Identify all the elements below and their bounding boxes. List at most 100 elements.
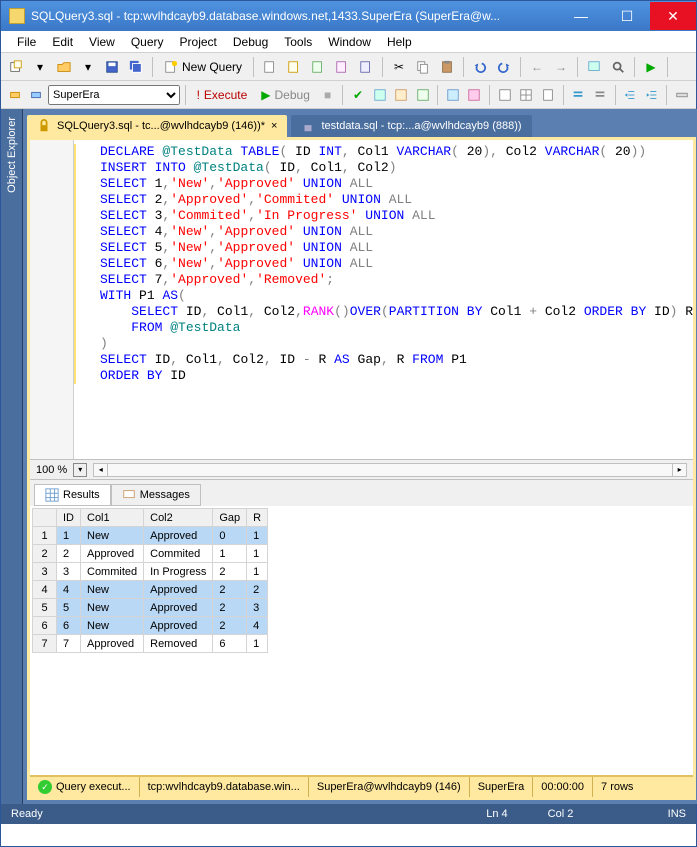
table-cell[interactable]: 1	[33, 527, 57, 545]
table-cell[interactable]: Approved	[144, 599, 213, 617]
table-cell[interactable]: 0	[213, 527, 247, 545]
zoom-dropdown-icon[interactable]: ▾	[73, 463, 87, 477]
doc-tab-active[interactable]: SQLQuery3.sql - tc...@wvlhdcayb9 (146))*…	[27, 115, 287, 137]
table-cell[interactable]: 6	[33, 617, 57, 635]
paste-icon[interactable]	[436, 56, 458, 78]
table-cell[interactable]: 2	[213, 563, 247, 581]
table-cell[interactable]: 7	[33, 635, 57, 653]
start-debug-icon[interactable]: ▶	[640, 56, 662, 78]
code-line[interactable]: )	[72, 336, 693, 352]
code-line[interactable]: SELECT 2,'Approved','Commited' UNION ALL	[72, 192, 693, 208]
table-cell[interactable]: 1	[247, 545, 268, 563]
results-tab[interactable]: Results	[34, 484, 111, 506]
table-cell[interactable]: In Progress	[144, 563, 213, 581]
scroll-right-icon[interactable]: ▸	[672, 464, 686, 476]
comment-icon[interactable]	[569, 84, 589, 106]
new-query-button[interactable]: New Query	[158, 56, 248, 78]
code-line[interactable]: SELECT ID, Col1, Col2, ID - R AS Gap, R …	[72, 352, 693, 368]
nav-back-icon[interactable]: ←	[526, 56, 548, 78]
code-line[interactable]: WITH P1 AS(	[72, 288, 693, 304]
column-header[interactable]: R	[247, 509, 268, 527]
table-cell[interactable]: 1	[247, 527, 268, 545]
table-cell[interactable]: 3	[247, 599, 268, 617]
cancel-query-icon[interactable]: ■	[318, 84, 338, 106]
intellisense-icon[interactable]	[413, 84, 433, 106]
table-row[interactable]: 33CommitedIn Progress21	[33, 563, 268, 581]
increase-indent-icon[interactable]	[642, 84, 662, 106]
debug-button[interactable]: ▶ Debug	[255, 84, 316, 106]
scroll-left-icon[interactable]: ◂	[94, 464, 108, 476]
dmx-query-icon[interactable]	[331, 56, 353, 78]
xmla-query-icon[interactable]	[355, 56, 377, 78]
table-cell[interactable]: New	[81, 581, 144, 599]
table-row[interactable]: 11NewApproved01	[33, 527, 268, 545]
redo-icon[interactable]	[493, 56, 515, 78]
table-cell[interactable]: 1	[247, 635, 268, 653]
table-cell[interactable]: New	[81, 527, 144, 545]
messages-tab[interactable]: Messages	[111, 484, 201, 506]
table-cell[interactable]: 4	[247, 617, 268, 635]
code-line[interactable]: SELECT 6,'New','Approved' UNION ALL	[72, 256, 693, 272]
table-cell[interactable]: 2	[57, 545, 81, 563]
new-project-icon[interactable]	[5, 56, 27, 78]
table-cell[interactable]: 2	[213, 617, 247, 635]
code-line[interactable]: SELECT ID, Col1, Col2,RANK()OVER(PARTITI…	[72, 304, 693, 320]
nav-fwd-icon[interactable]: →	[550, 56, 572, 78]
menu-file[interactable]: File	[9, 33, 44, 51]
column-header[interactable]: ID	[57, 509, 81, 527]
table-cell[interactable]: 6	[57, 617, 81, 635]
table-cell[interactable]: 6	[213, 635, 247, 653]
menu-help[interactable]: Help	[379, 33, 420, 51]
menu-view[interactable]: View	[81, 33, 123, 51]
maximize-button[interactable]: ☐	[604, 2, 650, 30]
code-line[interactable]: ORDER BY ID	[72, 368, 693, 384]
table-cell[interactable]: 3	[57, 563, 81, 581]
table-cell[interactable]: New	[81, 617, 144, 635]
menu-debug[interactable]: Debug	[225, 33, 276, 51]
estimated-plan-icon[interactable]	[370, 84, 390, 106]
menu-query[interactable]: Query	[123, 33, 172, 51]
actual-plan-icon[interactable]	[443, 84, 463, 106]
close-button[interactable]: ✕	[650, 2, 696, 30]
results-file-icon[interactable]	[538, 84, 558, 106]
code-line[interactable]: INSERT INTO @TestData( ID, Col1, Col2)	[72, 160, 693, 176]
table-cell[interactable]: 2	[213, 581, 247, 599]
doc-tab-inactive[interactable]: testdata.sql - tcp:...a@wvlhdcayb9 (888)…	[291, 115, 531, 137]
horizontal-scrollbar[interactable]: ◂▸	[93, 463, 687, 477]
column-header[interactable]: Col1	[81, 509, 144, 527]
table-cell[interactable]: Approved	[81, 635, 144, 653]
column-header[interactable]: Gap	[213, 509, 247, 527]
table-cell[interactable]: 3	[33, 563, 57, 581]
menu-tools[interactable]: Tools	[276, 33, 320, 51]
column-header[interactable]	[33, 509, 57, 527]
query-options-icon[interactable]	[391, 84, 411, 106]
table-cell[interactable]: 5	[33, 599, 57, 617]
connect-icon[interactable]	[5, 84, 25, 106]
table-cell[interactable]: 2	[247, 581, 268, 599]
table-row[interactable]: 66NewApproved24	[33, 617, 268, 635]
table-cell[interactable]: Approved	[144, 617, 213, 635]
table-cell[interactable]: 1	[213, 545, 247, 563]
code-line[interactable]: SELECT 3,'Commited','In Progress' UNION …	[72, 208, 693, 224]
code-line[interactable]: FROM @TestData	[72, 320, 693, 336]
code-line[interactable]: SELECT 4,'New','Approved' UNION ALL	[72, 224, 693, 240]
table-row[interactable]: 55NewApproved23	[33, 599, 268, 617]
new-project-dropdown-icon[interactable]: ▾	[29, 56, 51, 78]
table-cell[interactable]: Approved	[81, 545, 144, 563]
code-line[interactable]: SELECT 5,'New','Approved' UNION ALL	[72, 240, 693, 256]
table-cell[interactable]: 4	[33, 581, 57, 599]
table-cell[interactable]: 2	[33, 545, 57, 563]
table-cell[interactable]: 5	[57, 599, 81, 617]
save-all-icon[interactable]	[125, 56, 147, 78]
table-cell[interactable]: Commited	[81, 563, 144, 581]
results-text-icon[interactable]	[495, 84, 515, 106]
code-line[interactable]: DECLARE @TestData TABLE( ID INT, Col1 VA…	[72, 144, 693, 160]
table-cell[interactable]: 1	[57, 527, 81, 545]
table-cell[interactable]: Commited	[144, 545, 213, 563]
execute-button[interactable]: ! Execute	[191, 84, 254, 106]
undo-icon[interactable]	[469, 56, 491, 78]
activity-monitor-icon[interactable]	[583, 56, 605, 78]
results-grid[interactable]: IDCol1Col2GapR11NewApproved0122ApprovedC…	[30, 506, 693, 775]
cut-icon[interactable]: ✂	[388, 56, 410, 78]
open-icon[interactable]	[53, 56, 75, 78]
